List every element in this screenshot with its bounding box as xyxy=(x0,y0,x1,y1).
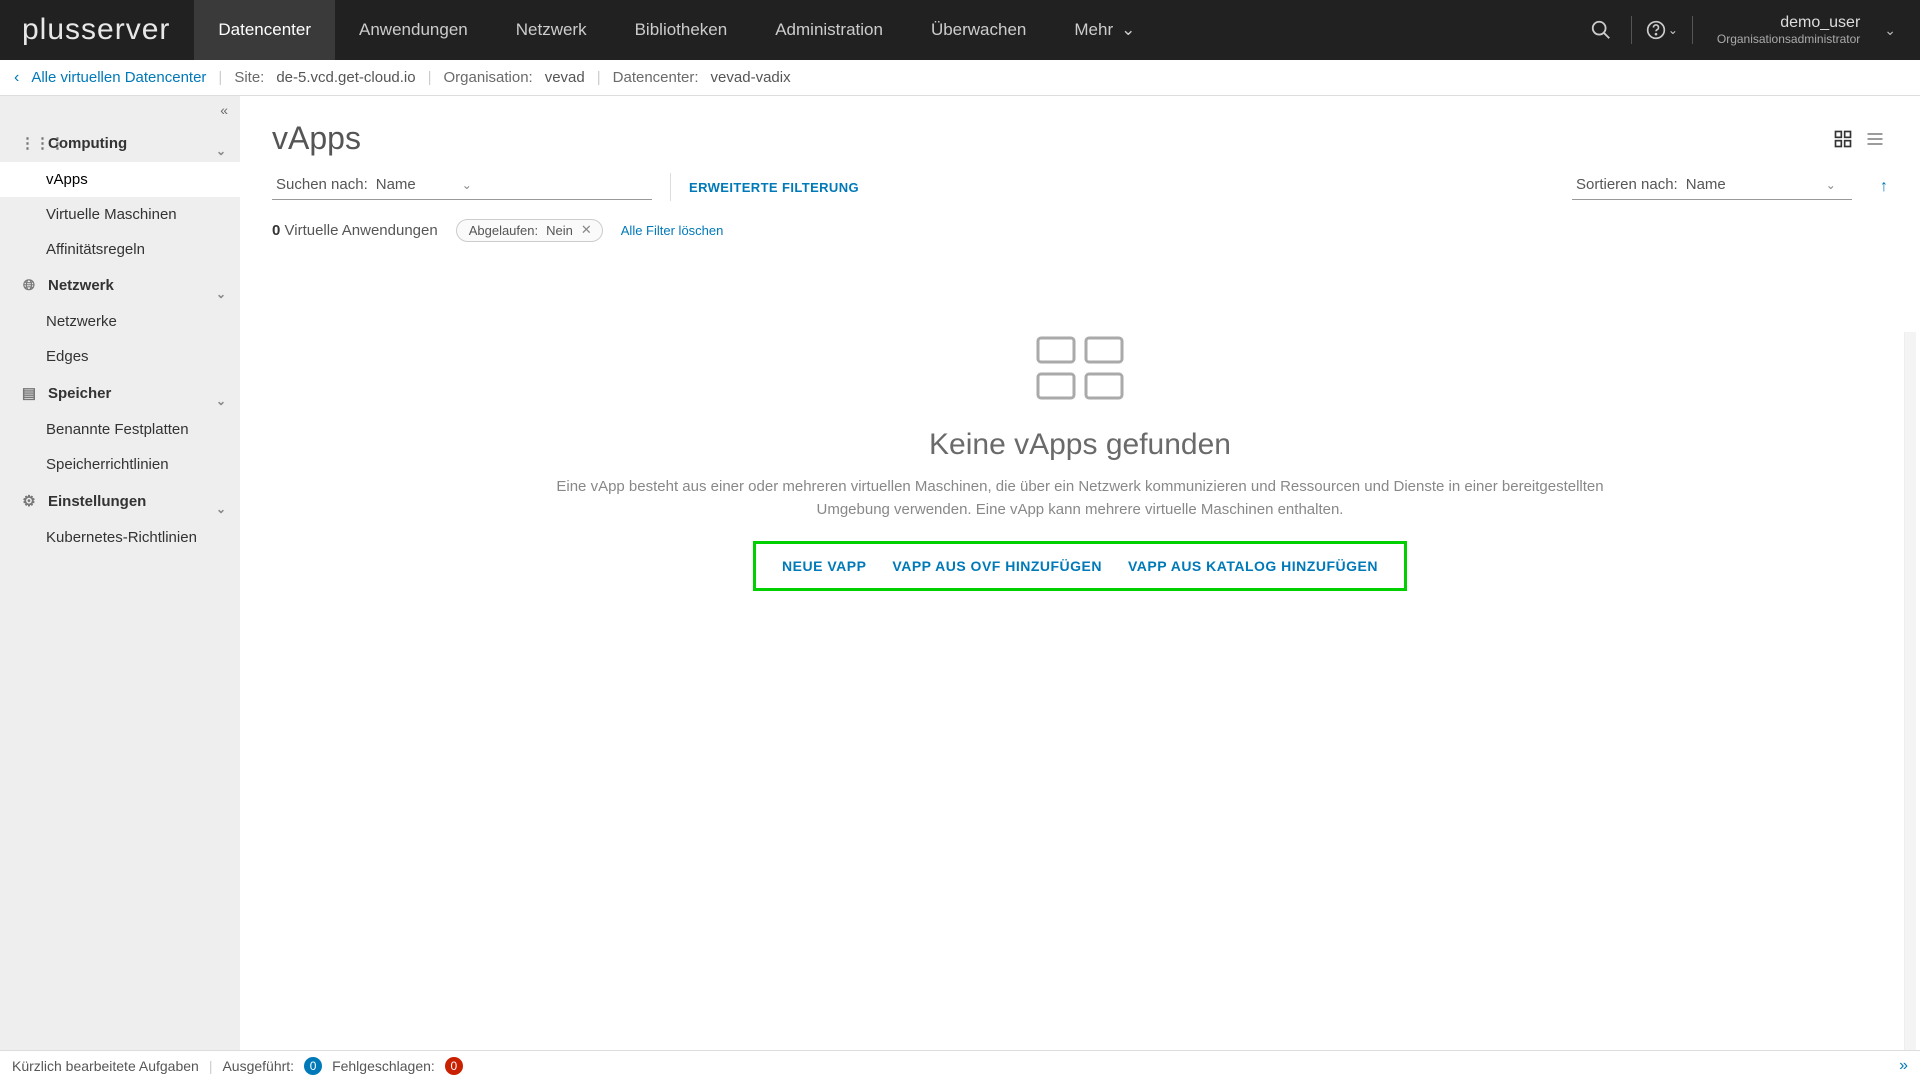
user-menu[interactable]: demo_user Organisationsadministrator xyxy=(1703,14,1870,46)
sidebar-item-affinitaetsregeln[interactable]: Affinitätsregeln xyxy=(0,232,240,267)
sort-by-dropdown[interactable]: Sortieren nach: Name ⌄ xyxy=(1572,174,1852,200)
expand-tasks-button[interactable]: » xyxy=(1899,1057,1908,1075)
nav-tab-datencenter[interactable]: Datencenter xyxy=(194,0,335,60)
sidebar-group-label: Einstellungen xyxy=(48,493,146,510)
tasks-failed-label: Fehlgeschlagen: xyxy=(332,1058,435,1074)
tasks-done-badge[interactable]: 0 xyxy=(304,1057,322,1075)
sidebar-group-computing[interactable]: ⋮⋮⋮ Computing ⌄ xyxy=(0,124,240,162)
divider: | xyxy=(597,69,601,86)
sidebar-item-kubernetes-richtlinien[interactable]: Kubernetes-Richtlinien xyxy=(0,520,240,555)
org-value: vevad xyxy=(545,69,585,86)
sidebar-item-vapps[interactable]: vApps xyxy=(0,162,240,197)
sort-by-label: Sortieren nach: xyxy=(1576,176,1678,193)
chip-key: Abgelaufen: xyxy=(469,223,538,238)
search-by-dropdown[interactable]: Suchen nach: Name ⌄ xyxy=(272,174,652,200)
sidebar-item-virtuelle-maschinen[interactable]: Virtuelle Maschinen xyxy=(0,197,240,232)
empty-action-row: NEUE VAPP VAPP AUS OVF HINZUFÜGEN VAPP A… xyxy=(753,541,1407,591)
divider: | xyxy=(218,69,222,86)
page-title: vApps xyxy=(272,120,361,157)
sidebar-item-netzwerke[interactable]: Netzwerke xyxy=(0,304,240,339)
site-label: Site: xyxy=(234,69,264,86)
back-link-all-datacenters[interactable]: Alle virtuellen Datencenter xyxy=(31,69,206,86)
divider: | xyxy=(428,69,432,86)
sidebar-group-speicher[interactable]: ▤ Speicher ⌄ xyxy=(0,374,240,412)
add-vapp-from-ovf-button[interactable]: VAPP AUS OVF HINZUFÜGEN xyxy=(892,558,1102,574)
sidebar-group-netzwerk[interactable]: 🌐︎ Netzwerk ⌄ xyxy=(0,267,240,304)
brand-logo[interactable]: plusserver xyxy=(0,0,194,60)
sidebar-group-label: Speicher xyxy=(48,385,111,402)
chevron-down-icon: ⌄ xyxy=(216,394,226,408)
nav-more-label: Mehr xyxy=(1074,20,1113,40)
site-value: de-5.vcd.get-cloud.io xyxy=(276,69,415,86)
scrollbar[interactable] xyxy=(1904,332,1916,1050)
datacenter-label: Datencenter: xyxy=(613,69,699,86)
clear-all-filters-link[interactable]: Alle Filter löschen xyxy=(621,223,724,238)
globe-icon: 🌐︎ xyxy=(20,277,38,294)
filter-chip-abgelaufen[interactable]: Abgelaufen: Nein ✕ xyxy=(456,219,603,242)
recent-tasks-label: Kürzlich bearbeitete Aufgaben xyxy=(12,1058,199,1074)
sort-direction-button[interactable]: ↑ xyxy=(1880,178,1888,196)
new-vapp-button[interactable]: NEUE VAPP xyxy=(782,558,866,574)
empty-title: Keine vApps gefunden xyxy=(929,428,1231,462)
chevron-down-icon: ⌄ xyxy=(216,144,226,158)
empty-state: Keine vApps gefunden Eine vApp besteht a… xyxy=(240,242,1920,1050)
collapse-sidebar-button[interactable]: « xyxy=(0,96,240,124)
chevron-down-icon: ⌄ xyxy=(1121,20,1135,40)
chevron-down-icon: ⌄ xyxy=(216,287,226,301)
sidebar-group-label: Computing xyxy=(48,135,127,152)
user-name: demo_user xyxy=(1780,14,1860,32)
nav-tab-anwendungen[interactable]: Anwendungen xyxy=(335,0,492,60)
datacenter-value: vevad-vadix xyxy=(711,69,791,86)
view-grid-button[interactable] xyxy=(1830,126,1856,152)
close-icon[interactable]: ✕ xyxy=(581,222,592,238)
sidebar-item-edges[interactable]: Edges xyxy=(0,339,240,374)
divider xyxy=(1692,16,1693,44)
search-by-label: Suchen nach: xyxy=(276,176,368,193)
divider xyxy=(1631,16,1632,44)
storage-icon: ▤ xyxy=(20,384,38,402)
org-label: Organisation: xyxy=(444,69,533,86)
search-by-field: Name ⌄ xyxy=(376,176,472,193)
chevron-down-icon: ⌄ xyxy=(462,178,472,192)
chevron-down-icon: ⌄ xyxy=(1826,178,1836,192)
empty-grid-icon xyxy=(1032,332,1128,404)
grid-icon: ⋮⋮⋮ xyxy=(20,134,38,152)
task-footer: Kürzlich bearbeitete Aufgaben | Ausgefüh… xyxy=(0,1050,1920,1080)
view-list-button[interactable] xyxy=(1862,126,1888,152)
sidebar: « ⋮⋮⋮ Computing ⌄ vApps Virtuelle Maschi… xyxy=(0,96,240,1050)
empty-description: Eine vApp besteht aus einer oder mehrere… xyxy=(550,476,1610,521)
content-area: vApps Suchen nach: Name ⌄ ERWEITERTE FIL… xyxy=(240,96,1920,1050)
advanced-filter-link[interactable]: ERWEITERTE FILTERUNG xyxy=(689,180,859,195)
nav-tab-bibliotheken[interactable]: Bibliotheken xyxy=(611,0,752,60)
sort-by-value: Name xyxy=(1686,176,1726,193)
back-arrow-icon[interactable]: ‹ xyxy=(14,69,19,87)
tasks-failed-badge[interactable]: 0 xyxy=(445,1057,463,1075)
chip-value: Nein xyxy=(546,223,573,238)
sidebar-item-speicherrichtlinien[interactable]: Speicherrichtlinien xyxy=(0,447,240,482)
nav-tab-netzwerk[interactable]: Netzwerk xyxy=(492,0,611,60)
help-icon[interactable]: ⌄ xyxy=(1642,10,1682,50)
search-icon[interactable] xyxy=(1581,10,1621,50)
divider xyxy=(670,173,671,201)
top-nav: plusserver Datencenter Anwendungen Netzw… xyxy=(0,0,1920,60)
gear-icon: ⚙︎ xyxy=(20,492,38,510)
result-count: 0 xyxy=(272,222,280,239)
divider: | xyxy=(209,1058,213,1074)
tasks-done-label: Ausgeführt: xyxy=(222,1058,294,1074)
sidebar-group-label: Netzwerk xyxy=(48,277,114,294)
add-vapp-from-catalog-button[interactable]: VAPP AUS KATALOG HINZUFÜGEN xyxy=(1128,558,1378,574)
sidebar-group-einstellungen[interactable]: ⚙︎ Einstellungen ⌄ xyxy=(0,482,240,520)
chevron-down-icon[interactable]: ⌄ xyxy=(1880,22,1900,39)
nav-tab-mehr[interactable]: Mehr ⌄ xyxy=(1050,0,1159,60)
search-by-value: Name xyxy=(376,176,416,193)
sidebar-item-benannte-festplatten[interactable]: Benannte Festplatten xyxy=(0,412,240,447)
breadcrumb-bar: ‹ Alle virtuellen Datencenter | Site: de… xyxy=(0,60,1920,96)
nav-tab-ueberwachen[interactable]: Überwachen xyxy=(907,0,1050,60)
user-role: Organisationsadministrator xyxy=(1717,32,1860,46)
result-count-label: Virtuelle Anwendungen xyxy=(285,222,438,239)
chevron-down-icon: ⌄ xyxy=(216,502,226,516)
nav-tab-administration[interactable]: Administration xyxy=(751,0,907,60)
chevron-down-icon: ⌄ xyxy=(1668,23,1678,37)
